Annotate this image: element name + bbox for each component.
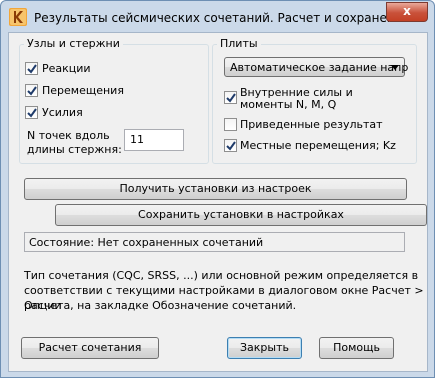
checkmark-icon [27,108,37,118]
plates-mode-value: Автоматическое задание напр [230,61,409,74]
nodes-bars-group-title: Узлы и стержни [24,37,123,50]
reduced-results-checkbox[interactable] [224,118,237,131]
checkmark-icon [226,93,236,103]
displacements-label[interactable]: Перемещения [42,84,124,97]
points-count-label-line1: N точек вдоль [27,129,110,142]
checkmark-icon [226,141,236,151]
window-title: Результаты сейсмических сочетаний. Расче… [34,11,410,25]
dialog-client-area: Узлы и стержни Реакции Перемещения Усили… [8,32,428,372]
help-button[interactable]: Помощь [319,337,394,359]
checkmark-icon [27,86,37,96]
plates-mode-dropdown[interactable]: Автоматическое задание напр [224,57,409,77]
note-line3: расчета, на закладке Обозначение сочетан… [24,299,297,312]
calculate-combination-button[interactable]: Расчет сочетания [21,337,159,359]
points-count-label-line2: длины стержня: [27,143,122,156]
reactions-checkbox[interactable] [25,62,38,75]
forces-label[interactable]: Усилия [42,106,83,119]
plates-group: Плиты Автоматическое задание напр Внутре… [212,37,417,164]
dialog-window: Результаты сейсмических сочетаний. Расче… [0,0,435,378]
app-icon [9,8,27,26]
internal-forces-checkbox[interactable] [224,91,237,104]
plates-group-title: Плиты [217,37,261,50]
checkmark-icon [27,64,37,74]
close-icon: x [403,4,411,18]
get-settings-button[interactable]: Получить установки из настроек [24,178,407,200]
status-field: Состояние: Нет сохраненных сочетаний [24,232,405,252]
nodes-bars-group: Узлы и стержни Реакции Перемещения Усили… [19,37,209,164]
note-line1: Тип сочетания (CQC, SRSS, ...) или основ… [24,269,419,282]
local-displacements-checkbox[interactable] [224,139,237,152]
internal-forces-label-line2[interactable]: моменты N, M, Q [240,98,336,111]
chevron-down-icon [391,65,399,70]
close-button[interactable]: Закрыть [227,337,302,359]
local-displacements-label[interactable]: Местные перемещения; Kz [240,139,396,152]
forces-checkbox[interactable] [25,106,38,119]
points-count-input[interactable]: 11 [124,129,184,151]
save-settings-button[interactable]: Сохранить установки в настройках [55,204,427,226]
reduced-results-label[interactable]: Приведенные результат [240,118,383,131]
reactions-label[interactable]: Реакции [42,62,91,75]
displacements-checkbox[interactable] [25,84,38,97]
close-window-button[interactable]: x [386,2,428,22]
title-bar[interactable]: Результаты сейсмических сочетаний. Расче… [1,1,434,33]
